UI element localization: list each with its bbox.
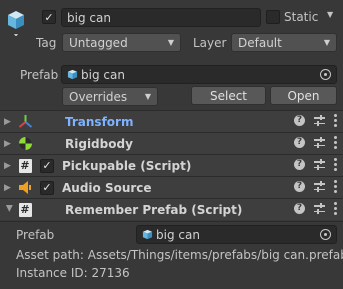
component-pickupable-script[interactable]: ▶ # ✓ Pickupable (Script) ? xyxy=(0,154,343,176)
select-button[interactable]: Select xyxy=(191,86,266,105)
static-label: Static xyxy=(284,10,319,24)
kebab-menu-icon[interactable] xyxy=(334,114,337,127)
preset-sliders-icon[interactable] xyxy=(314,203,325,214)
component-rigidbody[interactable]: ▶ Rigidbody ? xyxy=(0,132,343,154)
active-checkbox[interactable]: ✓ xyxy=(42,10,56,24)
chevron-down-icon: ▼ xyxy=(167,38,174,47)
overrides-dropdown[interactable]: Overrides ▼ xyxy=(62,87,158,106)
prefab-cube-icon xyxy=(142,229,153,240)
tag-value: Untagged xyxy=(69,35,128,50)
preset-sliders-icon[interactable] xyxy=(314,115,325,126)
prefab-label: Prefab xyxy=(20,68,59,82)
help-icon[interactable]: ? xyxy=(294,203,305,214)
expand-arrow-icon[interactable]: ▶ xyxy=(4,183,14,193)
help-icon[interactable]: ? xyxy=(294,115,305,126)
prefab-asset-value: big can xyxy=(81,67,125,82)
chevron-down-icon: ▼ xyxy=(323,38,330,47)
component-remember-prefab-script[interactable]: ▶ # Remember Prefab (Script) ? xyxy=(0,198,343,220)
help-icon[interactable]: ? xyxy=(294,159,305,170)
component-name: Audio Source xyxy=(62,180,152,195)
overrides-label: Overrides xyxy=(69,89,128,104)
instance-id-text: Instance ID: 27136 xyxy=(16,266,130,280)
asset-path-text: Asset path: Assets/Things/items/prefabs/… xyxy=(16,248,343,262)
component-enabled-checkbox[interactable]: ✓ xyxy=(40,158,54,173)
rigidbody-ball-icon xyxy=(17,136,33,152)
script-hash-icon: # xyxy=(18,158,32,173)
static-checkbox[interactable] xyxy=(266,10,280,24)
select-button-label: Select xyxy=(209,88,248,103)
preset-sliders-icon[interactable] xyxy=(314,159,325,170)
rp-prefab-label: Prefab xyxy=(16,228,55,242)
name-field[interactable]: big can xyxy=(61,8,261,27)
layer-label: Layer xyxy=(193,36,227,50)
layer-dropdown[interactable]: Default ▼ xyxy=(231,33,337,52)
component-name: Pickupable (Script) xyxy=(62,158,192,173)
component-transform[interactable]: ▶ Transform ? xyxy=(0,110,343,132)
transform-axes-icon xyxy=(17,114,33,130)
component-name: Remember Prefab (Script) xyxy=(65,202,243,217)
open-button-label: Open xyxy=(287,88,320,103)
expand-arrow-icon[interactable]: ▶ xyxy=(4,117,14,127)
kebab-menu-icon[interactable] xyxy=(334,202,337,215)
component-name: Rigidbody xyxy=(65,136,133,151)
expand-arrow-icon[interactable]: ▶ xyxy=(4,139,14,149)
chevron-down-icon: ▼ xyxy=(144,92,151,101)
name-field-value: big can xyxy=(67,10,111,25)
gameobject-cube-icon[interactable] xyxy=(4,8,32,37)
speaker-icon xyxy=(17,180,33,196)
kebab-menu-icon[interactable] xyxy=(334,158,337,171)
preset-sliders-icon[interactable] xyxy=(314,181,325,192)
help-icon[interactable]: ? xyxy=(294,181,305,192)
layer-value: Default xyxy=(238,35,282,50)
open-button[interactable]: Open xyxy=(270,86,337,105)
component-audio-source[interactable]: ▶ ✓ Audio Source ? xyxy=(0,176,343,198)
tag-label: Tag xyxy=(36,36,57,50)
expand-arrow-icon[interactable]: ▶ xyxy=(4,205,14,215)
tag-dropdown[interactable]: Untagged ▼ xyxy=(62,33,181,52)
script-hash-icon: # xyxy=(18,202,32,217)
object-picker-icon[interactable] xyxy=(320,69,331,80)
kebab-menu-icon[interactable] xyxy=(334,136,337,149)
component-enabled-checkbox[interactable]: ✓ xyxy=(40,180,54,195)
component-name: Transform xyxy=(65,114,134,129)
expand-arrow-icon[interactable]: ▶ xyxy=(4,161,14,171)
prefab-cube-icon xyxy=(67,69,78,80)
object-picker-icon[interactable] xyxy=(320,229,331,240)
help-icon[interactable]: ? xyxy=(294,137,305,148)
static-dropdown-caret-icon[interactable]: ▼ xyxy=(327,10,333,19)
rp-prefab-value: big can xyxy=(156,227,200,242)
kebab-menu-icon[interactable] xyxy=(334,180,337,193)
preset-sliders-icon[interactable] xyxy=(314,137,325,148)
rp-prefab-field[interactable]: big can xyxy=(136,225,337,244)
prefab-asset-field[interactable]: big can xyxy=(61,65,337,84)
